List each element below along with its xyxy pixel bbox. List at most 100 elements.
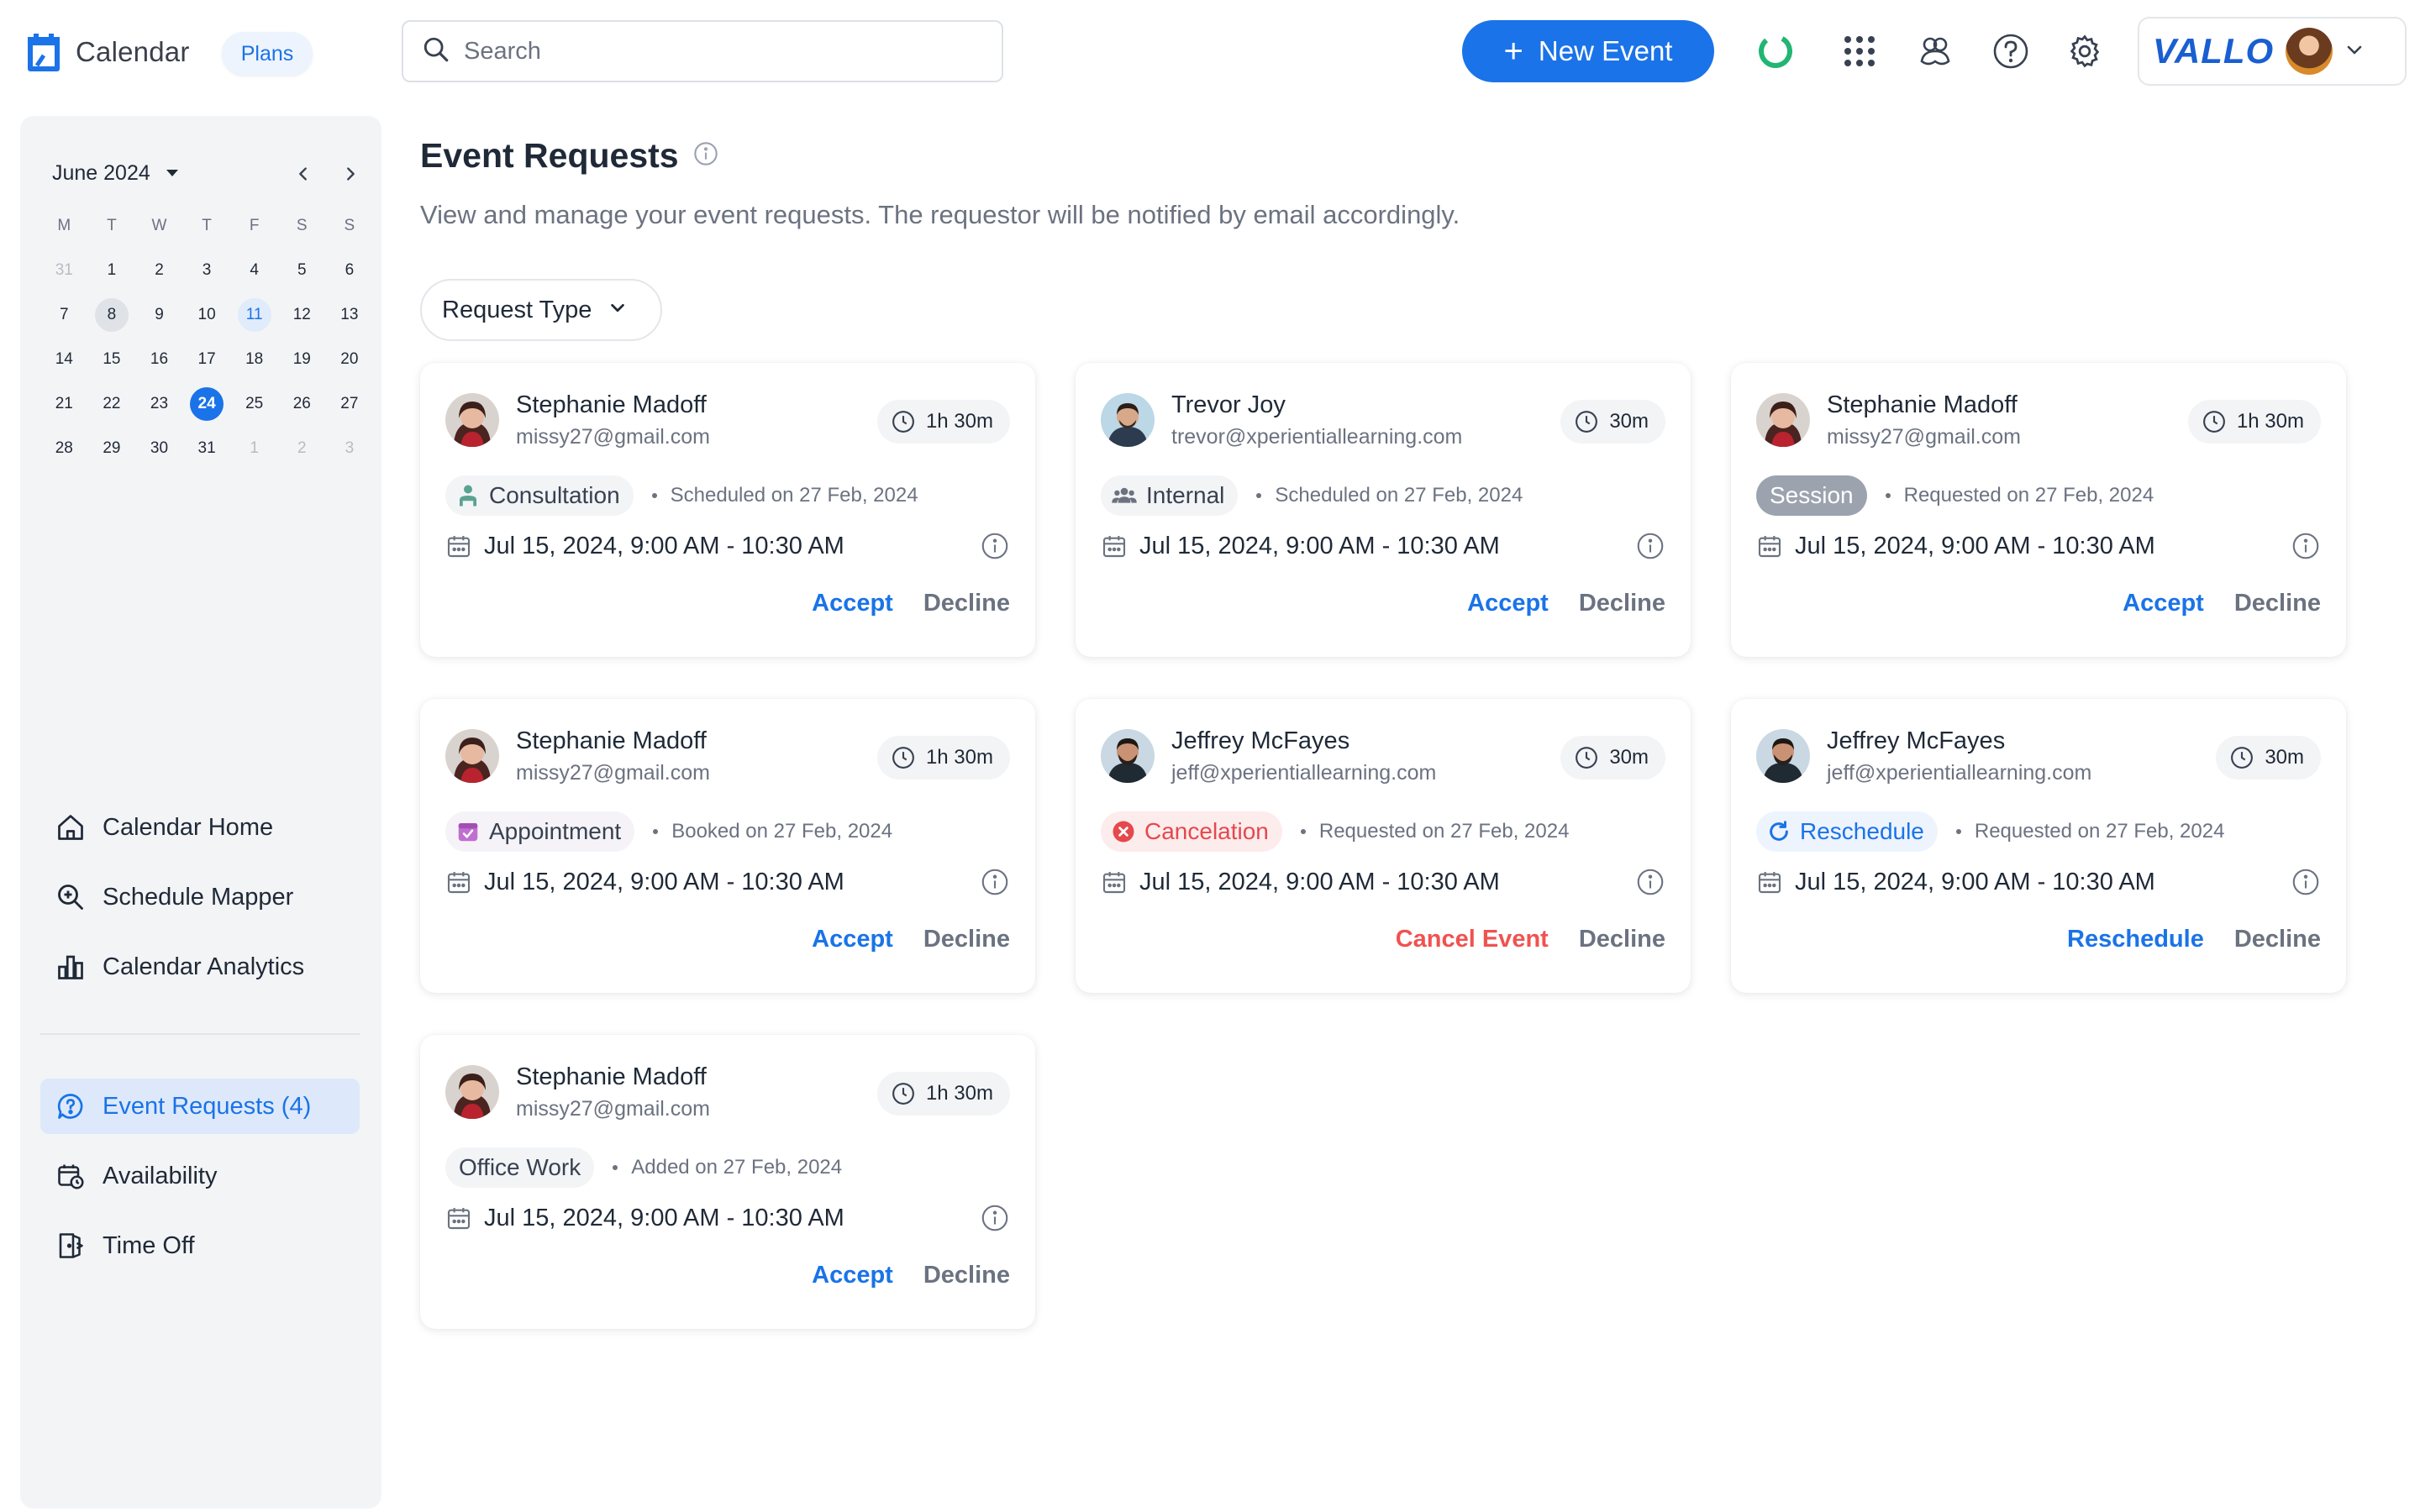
help-icon[interactable] (1990, 30, 2032, 72)
calendar-day[interactable]: 17 (183, 337, 231, 381)
calendar-day[interactable]: 30 (135, 426, 183, 470)
calendar-day[interactable]: 4 (230, 248, 278, 292)
accept-button[interactable]: Accept (812, 1262, 893, 1289)
calendar-day[interactable]: 29 (88, 426, 136, 470)
decline-button[interactable]: Decline (923, 590, 1010, 617)
cancel-event-button[interactable]: Cancel Event (1396, 926, 1549, 953)
calendar-day[interactable]: 25 (230, 381, 278, 426)
page-title-text: Event Requests (420, 136, 679, 175)
event-datetime: Jul 15, 2024, 9:00 AM - 10:30 AM (445, 1200, 844, 1236)
request-status: Scheduled on 27 Feb, 2024 (670, 484, 918, 507)
calendar-day[interactable]: 31 (40, 248, 88, 292)
calendar-day[interactable]: 3 (326, 426, 374, 470)
nav-calendar-analytics[interactable]: Calendar Analytics (40, 939, 360, 995)
search-input[interactable] (464, 37, 968, 66)
request-type-filter[interactable]: Request Type (420, 279, 662, 341)
info-icon[interactable] (2291, 531, 2321, 565)
requester-name: Trevor Joy (1171, 391, 1286, 418)
chevron-left-icon[interactable] (289, 160, 318, 188)
calendar-day[interactable]: 23 (135, 381, 183, 426)
decline-button[interactable]: Decline (1579, 590, 1665, 617)
requester-email: trevor@xperientiallearning.com (1171, 425, 1463, 449)
account-switcher[interactable]: VALLO (2138, 17, 2407, 86)
info-icon[interactable] (980, 1203, 1010, 1237)
nav-calendar-home[interactable]: Calendar Home (40, 800, 360, 855)
settings-gear-icon[interactable] (2064, 30, 2106, 72)
requester-name: Stephanie Madoff (516, 1063, 707, 1090)
info-icon[interactable] (1635, 867, 1665, 901)
apps-grid-icon[interactable] (1839, 30, 1881, 72)
decline-button[interactable]: Decline (923, 1262, 1010, 1289)
calendar-day[interactable]: 21 (40, 381, 88, 426)
calendar-day-selected[interactable]: 24 (183, 381, 231, 426)
community-icon[interactable] (1914, 30, 1956, 72)
nav-label: Schedule Mapper (103, 883, 294, 911)
event-datetime-text: Jul 15, 2024, 9:00 AM - 10:30 AM (484, 1204, 844, 1231)
page-title: Event Requests (420, 136, 719, 176)
calendar-day[interactable]: 2 (278, 426, 326, 470)
calendar-day[interactable]: 3 (183, 248, 231, 292)
calendar-day[interactable]: 9 (135, 292, 183, 337)
decline-button[interactable]: Decline (1579, 926, 1665, 953)
decline-button[interactable]: Decline (2234, 926, 2321, 953)
calendar-day-highlighted[interactable]: 8 (88, 292, 136, 337)
calendar-day[interactable]: 28 (40, 426, 88, 470)
month-selector[interactable]: June 2024 (52, 161, 150, 186)
calendar-day[interactable]: 15 (88, 337, 136, 381)
calendar-day[interactable]: 5 (278, 248, 326, 292)
nav-label: Calendar Home (103, 813, 274, 841)
requester-avatar (1101, 393, 1155, 447)
info-icon[interactable] (692, 136, 719, 176)
new-event-button[interactable]: + New Event (1462, 20, 1714, 82)
accept-button[interactable]: Accept (1467, 590, 1549, 617)
accept-button[interactable]: Accept (812, 590, 893, 617)
calendar-day[interactable]: 1 (230, 426, 278, 470)
search-box[interactable] (402, 20, 1003, 82)
calendar-day[interactable]: 18 (230, 337, 278, 381)
calendar-day[interactable]: 12 (278, 292, 326, 337)
duration-text: 1h 30m (925, 1082, 993, 1105)
calendar-day[interactable]: 10 (183, 292, 231, 337)
chevron-right-icon[interactable] (336, 160, 365, 188)
calendar-day[interactable]: 1 (88, 248, 136, 292)
requester-name: Stephanie Madoff (1827, 391, 2018, 418)
calendar-day[interactable]: 26 (278, 381, 326, 426)
reschedule-button[interactable]: Reschedule (2067, 926, 2204, 953)
calendar-day[interactable]: 20 (326, 337, 374, 381)
nav-schedule-mapper[interactable]: Schedule Mapper (40, 869, 360, 925)
search-zoom-icon (54, 880, 87, 914)
duration-text: 1h 30m (2236, 410, 2304, 433)
nav-availability[interactable]: Availability (40, 1148, 360, 1204)
calendar-day[interactable]: 14 (40, 337, 88, 381)
mini-calendar-header: June 2024 (52, 158, 355, 192)
info-icon[interactable] (2291, 867, 2321, 901)
event-datetime-text: Jul 15, 2024, 9:00 AM - 10:30 AM (484, 868, 844, 895)
calendar-day[interactable]: 31 (183, 426, 231, 470)
nav-event-requests[interactable]: Event Requests (4) (40, 1079, 360, 1134)
calendar-day-today[interactable]: 11 (230, 292, 278, 337)
decline-button[interactable]: Decline (923, 926, 1010, 953)
calendar-day[interactable]: 2 (135, 248, 183, 292)
info-icon[interactable] (980, 867, 1010, 901)
calendar-day[interactable]: 6 (326, 248, 374, 292)
caret-down-icon[interactable] (166, 170, 178, 176)
app-logo[interactable]: Calendar (25, 32, 190, 72)
event-type-label: Office Work (459, 1154, 581, 1180)
calendar-check-icon (455, 819, 481, 844)
calendar-day[interactable]: 19 (278, 337, 326, 381)
request-meta-row: Cancelation Requested on 27 Feb, 2024 (1101, 811, 1569, 852)
nav-time-off[interactable]: Time Off (40, 1218, 360, 1273)
decline-button[interactable]: Decline (2234, 590, 2321, 617)
calendar-day[interactable]: 22 (88, 381, 136, 426)
accept-button[interactable]: Accept (812, 926, 893, 953)
sidebar-divider (40, 1033, 360, 1035)
accept-button[interactable]: Accept (2123, 590, 2204, 617)
calendar-day[interactable]: 27 (326, 381, 374, 426)
plans-button[interactable]: Plans (222, 32, 313, 76)
info-icon[interactable] (980, 531, 1010, 565)
calendar-day[interactable]: 16 (135, 337, 183, 381)
calendar-day[interactable]: 13 (326, 292, 374, 337)
calendar-day[interactable]: 7 (40, 292, 88, 337)
sync-status-icon[interactable] (1754, 30, 1797, 72)
info-icon[interactable] (1635, 531, 1665, 565)
